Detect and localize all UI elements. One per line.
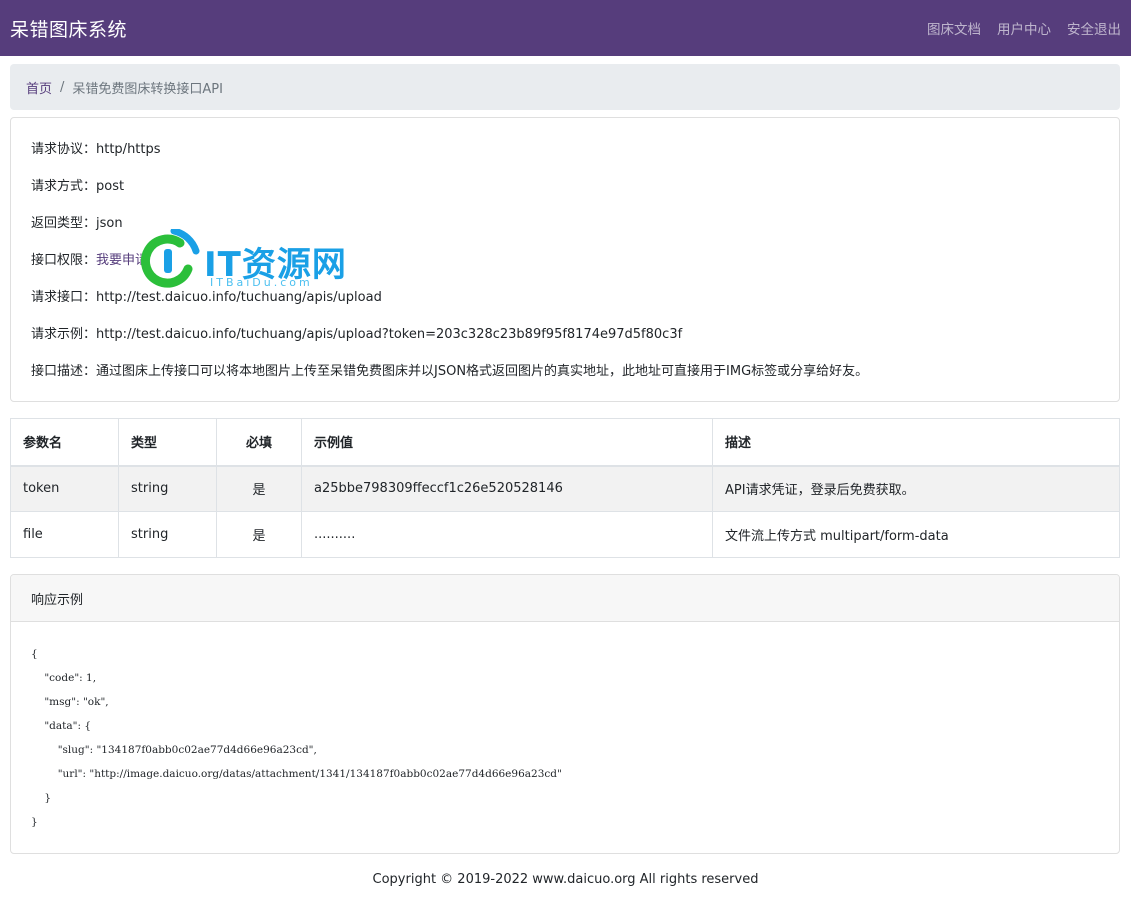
cell-required: 是 [216,511,302,558]
nav-link-docs[interactable]: 图床文档 [927,18,981,38]
nav-link-user-center[interactable]: 用户中心 [997,18,1051,38]
col-header-name: 参数名 [10,418,119,467]
cell-example: a25bbe798309ffeccf1c26e520528146 [301,465,713,512]
table-row: token string 是 a25bbe798309ffeccf1c26e52… [10,465,1120,512]
info-permission-label: 接口权限： [31,253,97,268]
code-line: "slug": "134187f0abb0c02ae77d4d66e96a23c… [31,744,317,756]
code-line: "msg": "ok", [31,696,109,708]
code-line: } [31,816,38,828]
info-permission: 接口权限：我要申请 [31,242,1099,279]
info-return-type: 返回类型：json [31,216,123,231]
nav-link-logout[interactable]: 安全退出 [1067,18,1121,38]
table-row: file string 是 .......... 文件流上传方式 multipa… [10,511,1120,558]
breadcrumb-current: 呆错免费图床转换接口API [72,81,223,97]
cell-required: 是 [216,465,302,512]
response-example-title: 响应示例 [11,575,1119,622]
info-endpoint: 请求接口：http://test.daicuo.info/tuchuang/ap… [31,290,382,305]
info-example: 请求示例：http://test.daicuo.info/tuchuang/ap… [31,327,683,342]
cell-desc: API请求凭证，登录后免费获取。 [712,465,1120,512]
table-header-row: 参数名 类型 必填 示例值 描述 [10,418,1120,467]
breadcrumb: 首页 / 呆错免费图床转换接口API [10,64,1120,110]
code-line: "url": "http://image.daicuo.org/datas/at… [31,768,562,780]
apply-link[interactable]: 我要申请 [96,253,148,268]
code-line: } [31,792,52,804]
info-protocol: 请求协议：http/https [31,142,161,157]
params-table: 参数名 类型 必填 示例值 描述 token string 是 a25bbe79… [10,418,1120,558]
top-navbar: 呆错图床系统 图床文档 用户中心 安全退出 [0,0,1131,56]
code-line: "code": 1, [31,672,97,684]
cell-desc: 文件流上传方式 multipart/form-data [712,511,1120,558]
cell-name: file [10,511,119,558]
response-example-card: 响应示例 { "code": 1, "msg": "ok", "data": {… [10,574,1120,854]
cell-name: token [10,465,119,512]
code-line: { [31,648,38,660]
nav-links: 图床文档 用户中心 安全退出 [927,18,1121,38]
info-description: 接口描述：通过图床上传接口可以将本地图片上传至呆错免费图床并以JSON格式返回图… [31,364,869,379]
col-header-required: 必填 [216,418,302,467]
api-info-card: 请求协议：http/https 请求方式：post 返回类型：json 接口权限… [10,117,1120,402]
col-header-example: 示例值 [301,418,713,467]
brand-title[interactable]: 呆错图床系统 [10,15,127,42]
response-code-block: { "code": 1, "msg": "ok", "data": { "slu… [11,622,1119,853]
cell-example: .......... [301,511,713,558]
breadcrumb-separator: / [60,79,65,95]
info-method: 请求方式：post [31,179,125,194]
code-line: "data": { [31,720,92,732]
col-header-type: 类型 [118,418,217,467]
breadcrumb-home-link[interactable]: 首页 [26,78,52,97]
cell-type: string [118,511,217,558]
cell-type: string [118,465,217,512]
col-header-desc: 描述 [712,418,1120,467]
footer-copyright: Copyright © 2019-2022 www.daicuo.org All… [372,872,759,887]
